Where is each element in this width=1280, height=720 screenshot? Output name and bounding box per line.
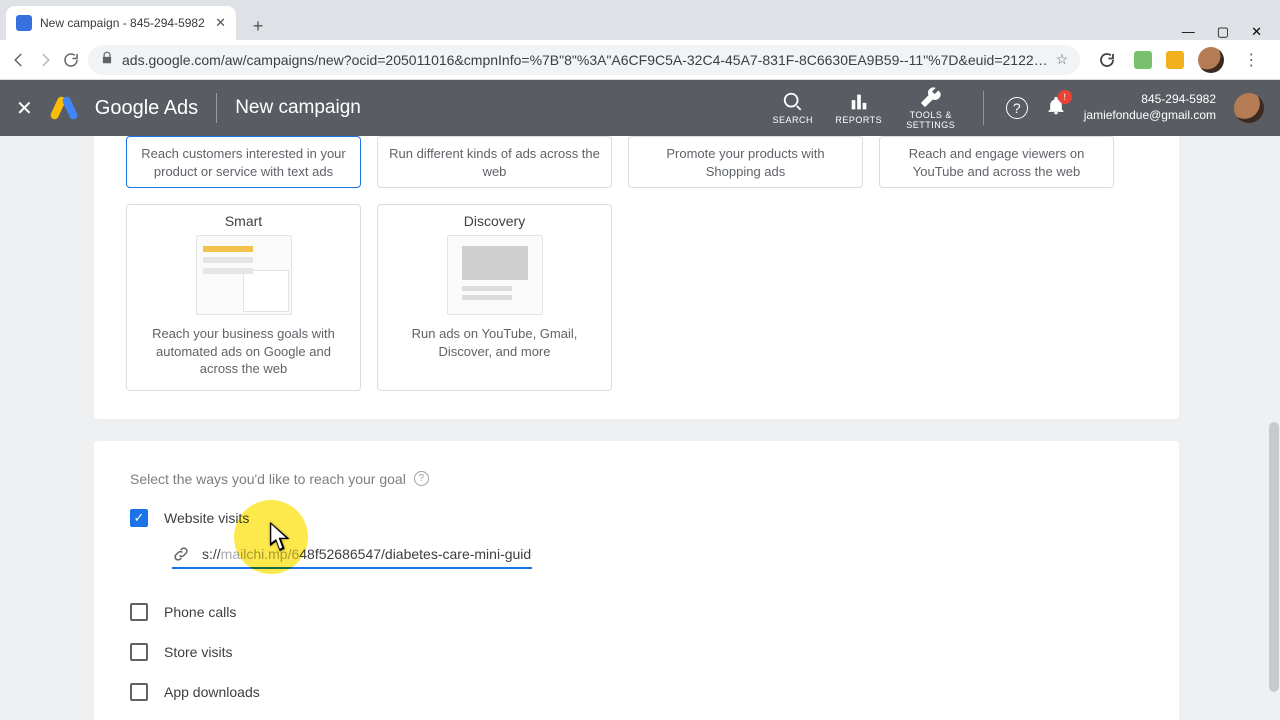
type-desc: Reach and engage viewers on YouTube and … [890,145,1103,180]
help-icon[interactable]: ? [414,471,429,486]
campaign-type-video[interactable]: Reach and engage viewers on YouTube and … [879,136,1114,188]
checkbox-phone-calls[interactable] [130,603,148,621]
close-page-icon[interactable]: ✕ [16,96,33,121]
omnibox[interactable]: ads.google.com/aw/campaigns/new?ocid=205… [88,45,1080,75]
search-icon [782,91,804,113]
goal-option-app-downloads[interactable]: App downloads [130,683,1143,701]
website-url-input[interactable]: s://mailchi.mp/648f52686547/diabetes-car… [172,541,532,569]
type-desc: Reach your business goals with automated… [137,325,350,378]
type-name: Smart [137,213,350,229]
header-sep [983,91,984,125]
type-name: Discovery [388,213,601,229]
type-desc: Run ads on YouTube, Gmail, Discover, and… [388,325,601,360]
checkbox-website-visits[interactable]: ✓ [130,509,148,527]
page-body: Reach customers interested in your produ… [0,136,1280,720]
notifications-button[interactable]: ! [1046,96,1066,121]
window-controls: — ▢ ✕ [1182,18,1280,40]
tools-action[interactable]: TOOLS & SETTINGS [901,86,961,130]
header-divider [216,93,217,123]
reports-action[interactable]: REPORTS [835,91,883,125]
ads-header: ✕ Google Ads New campaign SEARCH REPORTS… [0,80,1280,136]
omnibox-url: ads.google.com/aw/campaigns/new?ocid=205… [122,52,1048,68]
link-icon [172,545,190,563]
url-pre: s:// [202,546,221,562]
reports-icon [848,91,870,113]
back-button[interactable] [10,47,28,73]
campaign-type-smart[interactable]: Smart Reach your business goals with aut… [126,204,361,391]
chrome-menu-button[interactable]: ⋮ [1238,47,1264,73]
wrench-icon [920,86,942,108]
notif-badge: ! [1058,90,1072,104]
ext-yellow-icon[interactable] [1166,51,1184,69]
lock-icon [100,51,114,68]
reload-button[interactable] [62,47,80,73]
option-label: Phone calls [164,604,236,620]
checkbox-store-visits[interactable] [130,643,148,661]
tab-title: New campaign - 845-294-5982 [40,16,207,30]
address-bar: ads.google.com/aw/campaigns/new?ocid=205… [0,40,1280,80]
search-label: SEARCH [772,115,813,125]
maximize-button[interactable]: ▢ [1217,24,1229,40]
browser-tab[interactable]: New campaign - 845-294-5982 ✕ [6,6,236,40]
goal-prompt: Select the ways you'd like to reach your… [130,471,1143,487]
help-button[interactable]: ? [1006,97,1028,119]
option-label: Store visits [164,644,232,660]
ext-reload-icon[interactable] [1094,47,1120,73]
goal-option-store-visits[interactable]: Store visits [130,643,1143,661]
campaign-type-search[interactable]: Reach customers interested in your produ… [126,136,361,188]
type-preview [196,235,292,315]
goal-option-website-visits[interactable]: ✓ Website visits [130,509,1143,527]
search-action[interactable]: SEARCH [769,91,817,125]
checkbox-app-downloads[interactable] [130,683,148,701]
campaign-type-discovery[interactable]: Discovery Run ads on YouTube, Gmail, Dis… [377,204,612,391]
account-id: 845-294-5982 [1084,92,1216,108]
option-label: App downloads [164,684,260,700]
extension-icons: ⋮ [1088,47,1270,73]
close-window-button[interactable]: ✕ [1251,24,1262,40]
tab-close-icon[interactable]: ✕ [215,15,226,31]
goal-panel: Select the ways you'd like to reach your… [94,441,1179,720]
url-post: 48f52686547/diabetes-care-mini-guide [299,546,532,562]
tools-label: TOOLS & SETTINGS [901,110,961,130]
url-value: s://mailchi.mp/648f52686547/diabetes-car… [202,546,532,562]
bookmark-star-icon[interactable]: ☆ [1056,51,1069,68]
google-ads-logo [51,95,77,121]
campaign-type-shopping[interactable]: Promote your products with Shopping ads [628,136,863,188]
type-desc: Reach customers interested in your produ… [137,145,350,180]
type-preview [447,235,543,315]
campaign-type-display[interactable]: Run different kinds of ads across the we… [377,136,612,188]
brand-name: Google Ads [95,97,198,120]
page-title: New campaign [235,97,361,119]
url-grey: mailchi.mp/6 [221,546,300,562]
ext-green-icon[interactable] [1134,51,1152,69]
type-desc: Run different kinds of ads across the we… [388,145,601,180]
option-label: Website visits [164,510,249,526]
scrollbar-thumb[interactable] [1269,422,1279,692]
account-email: jamiefondue@gmail.com [1084,108,1216,124]
profile-avatar-icon[interactable] [1198,47,1224,73]
minimize-button[interactable]: — [1182,24,1195,40]
goal-option-phone-calls[interactable]: Phone calls [130,603,1143,621]
browser-titlebar: New campaign - 845-294-5982 ✕ + — ▢ ✕ [0,0,1280,40]
forward-button[interactable] [36,47,54,73]
new-tab-button[interactable]: + [244,12,272,40]
account-info[interactable]: 845-294-5982 jamiefondue@gmail.com [1084,92,1216,123]
goal-prompt-text: Select the ways you'd like to reach your… [130,471,406,487]
reports-label: REPORTS [835,115,882,125]
type-desc: Promote your products with Shopping ads [639,145,852,180]
account-avatar[interactable] [1234,93,1264,123]
tab-favicon [16,15,32,31]
campaign-type-grid: Reach customers interested in your produ… [94,136,1179,419]
